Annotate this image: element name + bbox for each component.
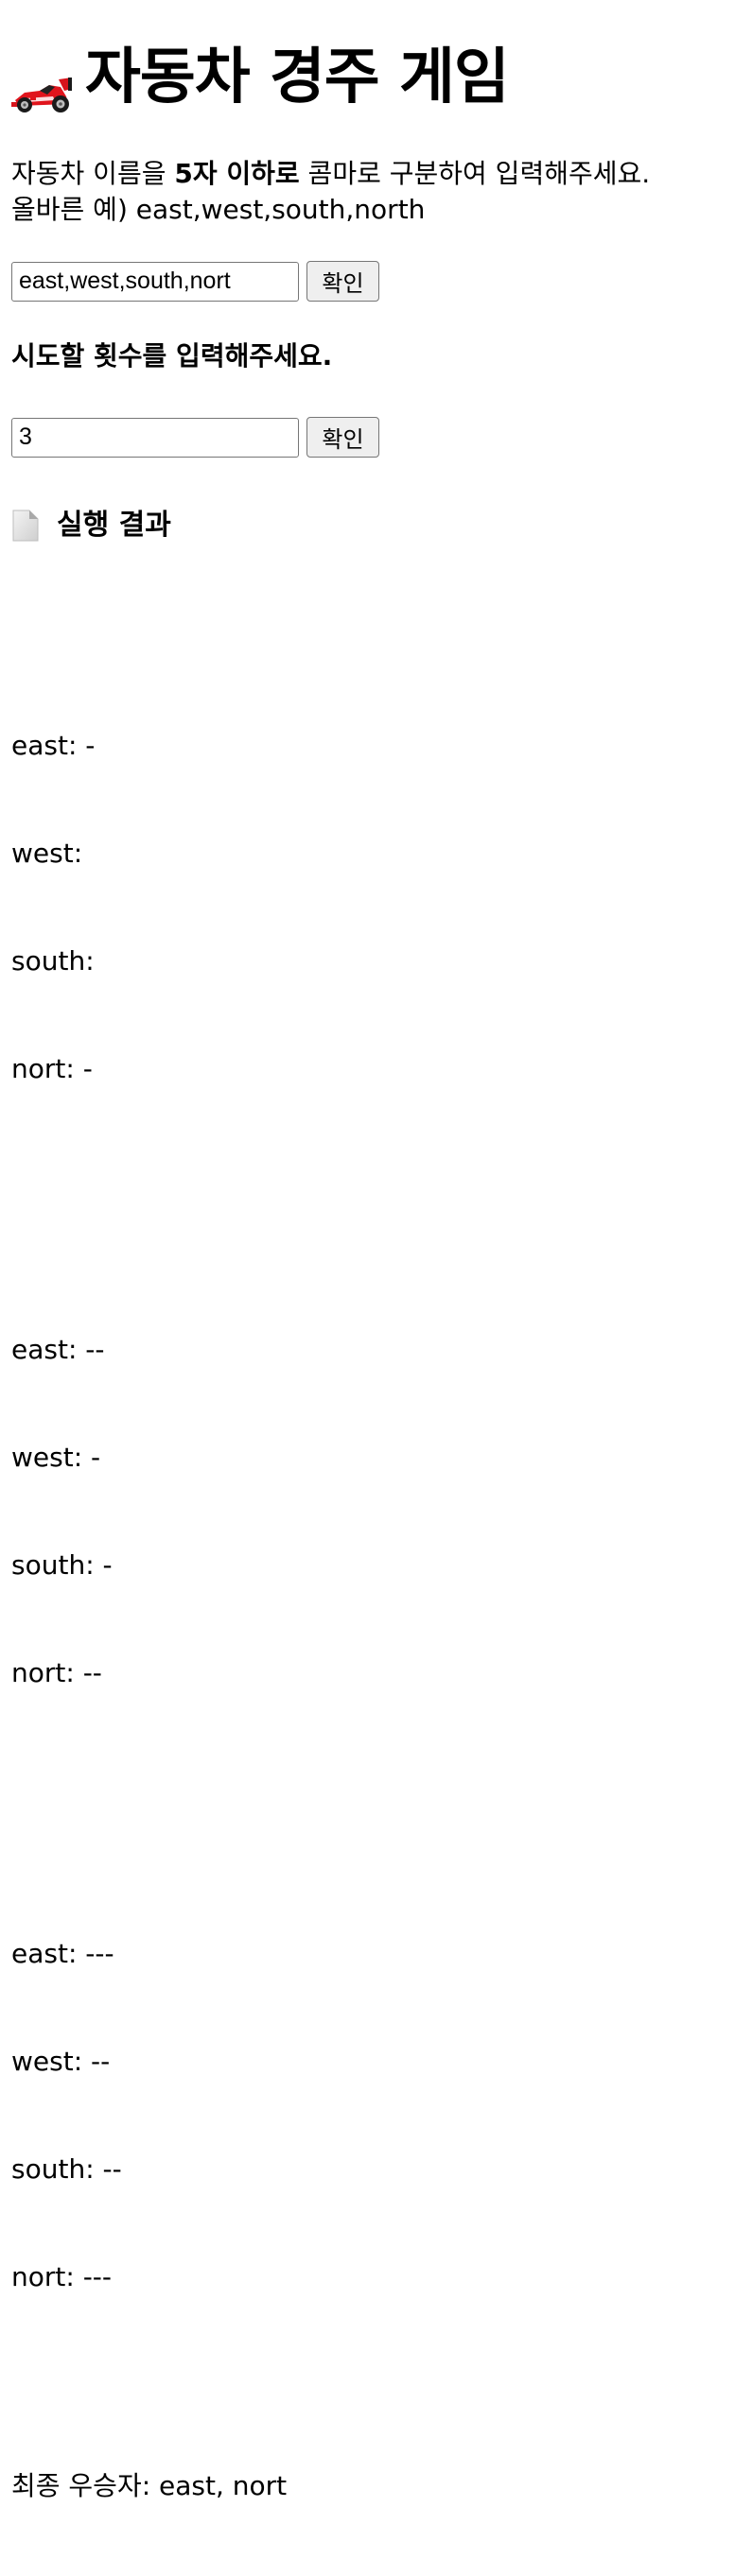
result-line: nort: - bbox=[11, 1053, 93, 1084]
round-2: east: -- west: - south: - nort: -- bbox=[11, 1260, 287, 1763]
page-title-text: 자동차 경주 게임 bbox=[85, 43, 510, 112]
result-line: east: --- bbox=[11, 1938, 114, 1969]
car-names-form: 확인 bbox=[11, 261, 379, 302]
instructions: 자동차 이름을 5자 이하로 콤마로 구분하여 입력해주세요. 올바른 예) e… bbox=[11, 156, 650, 228]
result-line: west: bbox=[11, 838, 92, 869]
result-line: east: -- bbox=[11, 1334, 105, 1365]
document-icon bbox=[11, 510, 40, 542]
car-names-submit-button[interactable]: 확인 bbox=[306, 261, 379, 302]
racing-car-icon bbox=[11, 58, 74, 113]
result-line: east: - bbox=[11, 730, 96, 761]
result-line: nort: -- bbox=[11, 1657, 102, 1688]
result-line: south: bbox=[11, 945, 103, 977]
result-line: west: - bbox=[11, 1442, 101, 1473]
attempts-input[interactable] bbox=[11, 417, 299, 458]
result-line: south: - bbox=[11, 1549, 113, 1581]
result-line: west: -- bbox=[11, 2046, 111, 2077]
round-3: east: --- west: -- south: -- nort: --- bbox=[11, 1864, 287, 2367]
attempts-form: 확인 bbox=[11, 417, 379, 458]
car-names-input[interactable] bbox=[11, 261, 299, 302]
page-title: 자동차 경주 게임 bbox=[11, 42, 510, 113]
instructions-text-1: 자동차 이름을 bbox=[11, 158, 175, 189]
attempts-submit-button[interactable]: 확인 bbox=[306, 417, 379, 458]
instructions-example: 올바른 예) east,west,south,north bbox=[11, 194, 426, 225]
results: east: - west: south: nort: - east: -- we… bbox=[11, 584, 287, 2576]
round-1: east: - west: south: nort: - bbox=[11, 656, 287, 1159]
result-heading: 실행 결과 bbox=[11, 506, 171, 545]
result-heading-text: 실행 결과 bbox=[57, 509, 171, 542]
instructions-text-2: 콤마로 구분하여 입력해주세요. bbox=[299, 158, 651, 189]
result-line: nort: --- bbox=[11, 2261, 113, 2292]
result-line: south: -- bbox=[11, 2153, 122, 2185]
winner-text: 최종 우승자: east, nort bbox=[11, 2470, 288, 2501]
instructions-emphasis: 5자 이하로 bbox=[174, 158, 300, 189]
attempts-heading: 시도할 횟수를 입력해주세요. bbox=[11, 340, 333, 372]
